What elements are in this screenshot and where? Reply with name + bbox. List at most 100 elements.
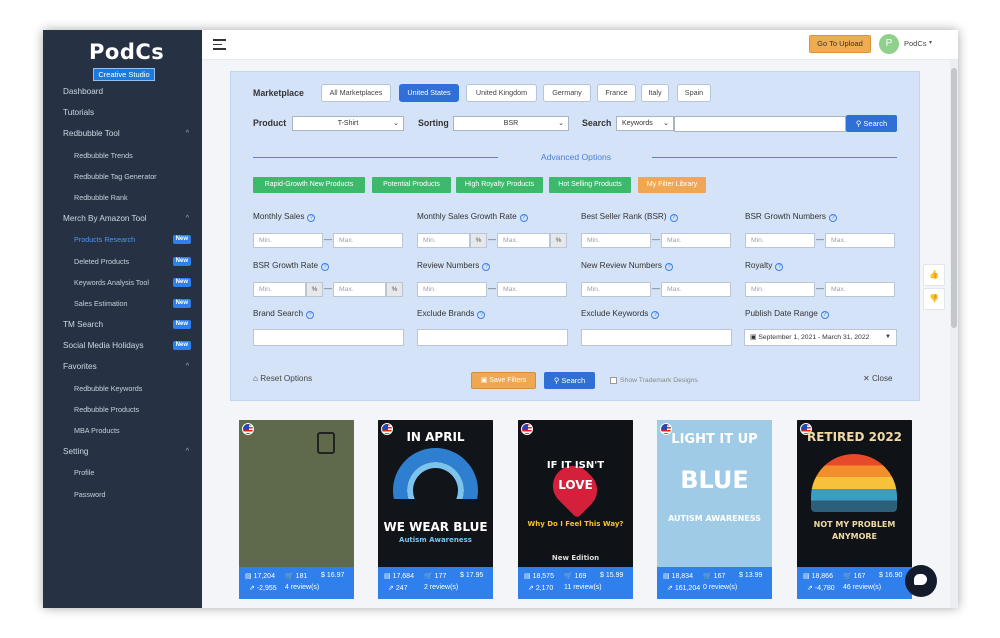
info-icon[interactable]: ? [307,214,316,222]
stat-price: $ 13.99 [739,572,762,579]
sidebar-item-mba-products[interactable]: MBA Products [43,420,202,441]
tab-marketplace-united-states[interactable]: United States [399,84,459,102]
thumbs-up-icon[interactable]: 👍 [923,264,945,286]
product-card[interactable]: LIGHT IT UP BLUE AUTISM AWARENESS ▤ 18,834 🛒… [657,420,772,599]
chat-bubble-icon[interactable] [905,565,937,597]
sidebar-item-merch-by-amazon-tool[interactable]: Merch By Amazon Tool ^ [43,208,202,229]
sidebar-item-social-media-holidays[interactable]: Social Media Holidays New [43,335,202,356]
tab-marketplace-germany[interactable]: Germany [543,84,591,102]
sidebar-item-sales-estimation[interactable]: Sales Estimation New [43,293,202,314]
sidebar-item-redbubble-tag-generator[interactable]: Redbubble Tag Generator [43,166,202,187]
sidebar-item-favorites[interactable]: Favorites ^ [43,356,202,377]
avatar[interactable]: P [879,34,899,54]
sidebar-item-dashboard[interactable]: Dashboard [43,81,202,102]
menu-toggle-icon[interactable] [213,39,226,53]
sidebar-item-deleted-products[interactable]: Deleted Products New [43,251,202,272]
bsr-growth-rate-min-input[interactable]: Min. [253,282,306,297]
quick-filter-hot-selling-products[interactable]: Hot Selling Products [549,177,631,193]
product-card[interactable]: IF IT ISN'T LOVE Why Do I Feel This Way? Ne… [518,420,633,599]
bsr-growth-rate-max-input[interactable]: Max. [333,282,386,297]
sidebar-item-keywords-analysis-tool[interactable]: Keywords Analysis Tool New [43,272,202,293]
new-review-numbers-min-input[interactable]: Min. [581,282,651,297]
scrollbar[interactable] [950,60,958,608]
info-icon[interactable]: ? [321,263,330,271]
thumbs-down-icon[interactable]: 👎 [923,288,945,310]
sidebar-item-redbubble-trends[interactable]: Redbubble Trends [43,145,202,166]
product-card[interactable]: IN APRIL WE WEAR BLUE Autism Awareness ▤ 17… [378,420,493,599]
reset-options-button[interactable]: ⌂ Reset Options [253,374,312,383]
product-card[interactable]: ▤ 17,204 🛒 181 $ 16.97 ⇗ -2,955 4 review(s) [239,420,354,599]
tab-marketplace-italy[interactable]: Italy [641,84,669,102]
info-icon[interactable]: ? [306,311,315,319]
show-trademark-checkbox[interactable] [610,377,617,384]
info-icon[interactable]: ? [665,263,673,271]
chevron-down-icon[interactable]: ▾ [929,39,932,46]
sidebar-item-redbubble-rank[interactable]: Redbubble Rank [43,187,202,208]
monthly-sales-min-input[interactable]: Min. [253,233,323,248]
chart-icon: ▤ [663,573,672,580]
info-icon[interactable]: ? [482,263,491,271]
save-filters-button[interactable]: ▣ Save Filters [471,372,536,389]
search-input[interactable] [674,116,846,132]
product-select[interactable]: T-Shirt ⌄ [292,116,404,131]
info-icon[interactable]: ? [775,263,784,271]
sidebar-item-tm-search[interactable]: TM Search New [43,314,202,335]
sidebar-item-redbubble-tool[interactable]: Redbubble Tool ^ [43,123,202,144]
chevron-up-icon: ^ [185,215,189,223]
info-icon[interactable]: ? [829,214,837,222]
product-card[interactable]: RETIRED 2022 NOT MY PROBLEM ANYMORE ▤ 18,86… [797,420,912,599]
apply-search-label: Search [561,376,586,385]
bsr-growth-numbers-max-input[interactable]: Max. [825,233,895,248]
stat-bsr: ▤ 18,866 [803,572,833,580]
exclude-brands-input[interactable] [417,329,568,346]
bsr-growth-numbers-min-input[interactable]: Min. [745,233,815,248]
new-badge: New [172,298,191,308]
logo[interactable]: PodCs Creative Studio [89,40,164,82]
info-icon[interactable]: ? [669,214,678,222]
brand-search-input[interactable] [253,329,404,346]
quick-filter-my-filter-library[interactable]: My Filter Library [638,177,706,193]
sidebar-item-redbubble-keywords[interactable]: Redbubble Keywords [43,378,202,399]
new-review-numbers-max-input[interactable]: Max. [661,282,731,297]
bsr-max-input[interactable]: Max. [661,233,731,248]
info-icon[interactable]: ? [651,311,660,319]
sorting-select[interactable]: BSR ⌄ [453,116,569,131]
sidebar-item-setting[interactable]: Setting ^ [43,441,202,462]
sidebar-item-products-research[interactable]: Products Research New [43,229,202,250]
advanced-options-toggle[interactable]: Advanced Options [531,152,621,162]
stat-value: 177 [434,573,447,580]
monthly-sales-growth-min-input[interactable]: Min. [417,233,470,248]
search-type-select[interactable]: Keywords ⌄ [616,116,674,131]
shirt-print-text: NOT MY PROBLEM [813,520,896,529]
royalty-min-input[interactable]: Min. [745,282,815,297]
monthly-sales-growth-max-input[interactable]: Max. [497,233,550,248]
user-name[interactable]: PodCs [904,39,927,48]
scrollbar-thumb[interactable] [951,68,957,328]
tab-marketplace-france[interactable]: France [597,84,636,102]
tab-marketplace-spain[interactable]: Spain [677,84,711,102]
info-icon[interactable]: ? [477,311,486,319]
quick-filter-high-royalty-products[interactable]: High Royalty Products [456,177,543,193]
apply-search-button[interactable]: ⚲ Search [544,372,595,389]
sidebar-item-profile[interactable]: Profile [43,462,202,483]
tab-marketplace-all-marketplaces[interactable]: All Marketplaces [321,84,391,102]
bsr-min-input[interactable]: Min. [581,233,651,248]
exclude-keywords-input[interactable] [581,329,732,346]
publish-date-picker[interactable]: ▣ September 1, 2021 - March 31, 2022 ▼ [744,329,897,346]
product-image[interactable] [239,420,354,567]
tab-marketplace-united-kingdom[interactable]: United Kingdom [466,84,537,102]
review-numbers-min-input[interactable]: Min. [417,282,487,297]
go-to-upload-button[interactable]: Go To Upload [809,35,871,53]
quick-filter-rapid-growth-new-products[interactable]: Rapid-Growth New Products [253,177,365,193]
sidebar-item-tutorials[interactable]: Tutorials [43,102,202,123]
quick-filter-potential-products[interactable]: Potential Products [372,177,451,193]
info-icon[interactable]: ? [820,311,829,319]
sidebar-item-password[interactable]: Password [43,484,202,505]
search-button[interactable]: ⚲ Search [846,115,897,132]
monthly-sales-max-input[interactable]: Max. [333,233,403,248]
sidebar-item-redbubble-products[interactable]: Redbubble Products [43,399,202,420]
close-button[interactable]: ✕ Close [863,374,892,383]
royalty-max-input[interactable]: Max. [825,282,895,297]
review-numbers-max-input[interactable]: Max. [497,282,567,297]
info-icon[interactable]: ? [519,214,528,222]
